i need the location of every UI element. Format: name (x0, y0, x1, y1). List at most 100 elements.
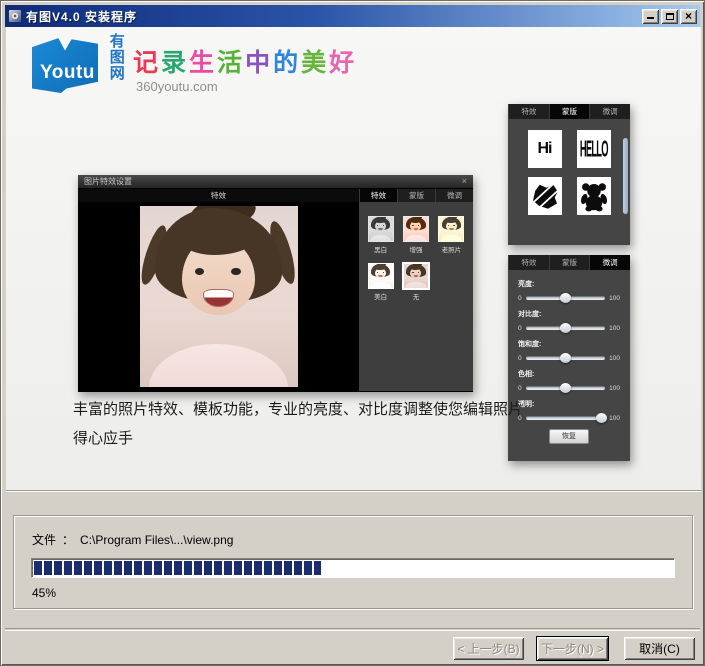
app-preview-title: 图片特效设置 (84, 176, 132, 187)
girl-photo (140, 206, 298, 387)
tab-特效[interactable]: 特效 (359, 189, 397, 202)
effect-preview (368, 263, 394, 289)
tab-特效[interactable]: 特效 (508, 104, 549, 119)
slogan-char: 生 (189, 48, 217, 77)
title-bar[interactable]: 有图V4.0 安装程序 × (5, 5, 700, 27)
slider-max-label: 100 (609, 385, 620, 392)
slider-max-label: 100 (609, 295, 620, 302)
back-button[interactable]: < 上一步(B) (453, 637, 524, 660)
close-icon: × (685, 10, 692, 22)
adjust-panel-tabs: 特效蒙版微调 (508, 255, 630, 270)
window-title: 有图V4.0 安装程序 (26, 8, 137, 25)
minimize-button[interactable] (642, 9, 659, 24)
tab-微调[interactable]: 微调 (589, 255, 630, 270)
slider-thumb[interactable] (560, 383, 571, 393)
mask-text: Hi (538, 140, 552, 158)
logo-vertical-text: 有图网 (107, 33, 124, 81)
slider-block: 对比度: 0 100 (518, 309, 620, 333)
progress-percent: 45% (32, 586, 56, 600)
file-label: 文件 (32, 533, 56, 547)
slider-track[interactable] (526, 356, 606, 360)
tab-蒙版[interactable]: 蒙版 (549, 255, 590, 270)
effect-preview (368, 216, 394, 242)
slider-label: 对比度: (518, 309, 620, 319)
effect-preview (438, 216, 464, 242)
app-preview-header-label: 特效 (78, 189, 359, 202)
close-button[interactable]: × (680, 9, 697, 24)
slogan-char: 录 (161, 48, 189, 77)
slider-block: 透明: 0 100 (518, 399, 620, 423)
cancel-button[interactable]: 取消(C) (624, 637, 695, 660)
progress-groupbox: 文件 ： C:\Program Files\...\view.png 45% (13, 515, 693, 609)
app-preview-tabs: 特效蒙版微调 (359, 189, 473, 202)
progress-fill (34, 561, 321, 575)
mask-text: HELLO (580, 136, 608, 163)
app-preview-header: 特效 特效蒙版微调 (78, 189, 473, 202)
next-button[interactable]: 下一步(N) > (537, 637, 608, 660)
effect-label: 老照片 (436, 244, 466, 254)
effect-thumbnail[interactable]: 老照片 (436, 216, 466, 254)
slider-thumb[interactable] (560, 293, 571, 303)
footer-separator (5, 628, 700, 630)
slogan-char: 的 (273, 48, 301, 77)
effect-label: 美白 (366, 291, 396, 301)
feature-description: 丰富的照片特效、模板功能，专业的亮度、对比度调整使您编辑照片 得心应手 (73, 395, 528, 453)
slider-label: 透明: (518, 399, 620, 409)
slogan-char: 好 (329, 48, 357, 77)
file-row: 文件 ： C:\Program Files\...\view.png (32, 531, 239, 548)
logo-wordmark: Youtu (40, 62, 95, 84)
effect-label: 增强 (401, 244, 431, 254)
content-area: Youtu 有图网 记录生活中的美好 360youtu.com 图片特效设置 ×… (6, 27, 701, 491)
maximize-button[interactable] (661, 9, 678, 24)
bear-icon (579, 180, 609, 212)
tab-微调[interactable]: 微调 (435, 189, 473, 202)
description-line-1: 丰富的照片特效、模板功能，专业的亮度、对比度调整使您编辑照片 (73, 395, 528, 424)
mask-panel-tabs: 特效蒙版微调 (508, 104, 630, 119)
mask-panel-scrollbar[interactable] (623, 138, 628, 214)
slider-min-label: 0 (518, 295, 522, 302)
slider-label: 色相: (518, 369, 620, 379)
youtu-logo: Youtu (32, 37, 98, 93)
effect-preview (403, 263, 429, 289)
slogan-char: 记 (133, 48, 161, 77)
minimize-icon (647, 11, 654, 19)
slider-thumb[interactable] (560, 353, 571, 363)
effects-grid: 黑白 增强 老照片 美白 (359, 202, 473, 391)
slider-track[interactable] (526, 296, 606, 300)
slogan-char: 活 (217, 48, 245, 77)
description-line-2: 得心应手 (73, 424, 528, 453)
mask-tile-bear[interactable] (577, 177, 611, 215)
slider-max-label: 100 (609, 355, 620, 362)
slider-max-label: 100 (609, 415, 620, 422)
file-colon: ： (62, 533, 74, 547)
slogan-char: 美 (301, 48, 329, 77)
effect-thumbnail[interactable]: 无 (401, 263, 431, 301)
slider-block: 亮度: 0 100 (518, 279, 620, 303)
slider-thumb[interactable] (560, 323, 571, 333)
tab-特效[interactable]: 特效 (508, 255, 549, 270)
mask-tile-hi[interactable]: Hi (528, 130, 562, 168)
slider-track[interactable] (526, 326, 606, 330)
slider-track[interactable] (526, 386, 606, 390)
installer-icon (8, 9, 22, 23)
reset-button[interactable]: 恢复 (549, 429, 589, 444)
tab-微调[interactable]: 微调 (589, 104, 630, 119)
slider-max-label: 100 (609, 325, 620, 332)
photo-preview-pane (78, 202, 359, 391)
slider-thumb[interactable] (596, 413, 607, 423)
slider-min-label: 0 (518, 355, 522, 362)
tab-蒙版[interactable]: 蒙版 (549, 104, 590, 119)
installer-window: 有图V4.0 安装程序 × Youtu 有图网 记录生活中的美好 360yout… (0, 0, 705, 666)
effect-label: 无 (401, 291, 431, 301)
effect-thumbnail[interactable]: 美白 (366, 263, 396, 301)
mask-tile-scribble[interactable] (528, 177, 562, 215)
slogan-char: 中 (245, 48, 273, 77)
file-path: C:\Program Files\...\view.png (80, 533, 233, 547)
effect-thumbnail[interactable]: 增强 (401, 216, 431, 254)
tab-蒙版[interactable]: 蒙版 (397, 189, 435, 202)
mask-panel: 特效蒙版微调 Hi HELLO (508, 104, 630, 245)
mask-tile-hello[interactable]: HELLO (577, 130, 611, 168)
effect-thumbnail[interactable]: 黑白 (366, 216, 396, 254)
app-preview-close-icon: × (462, 177, 467, 186)
slider-track[interactable] (526, 416, 606, 420)
